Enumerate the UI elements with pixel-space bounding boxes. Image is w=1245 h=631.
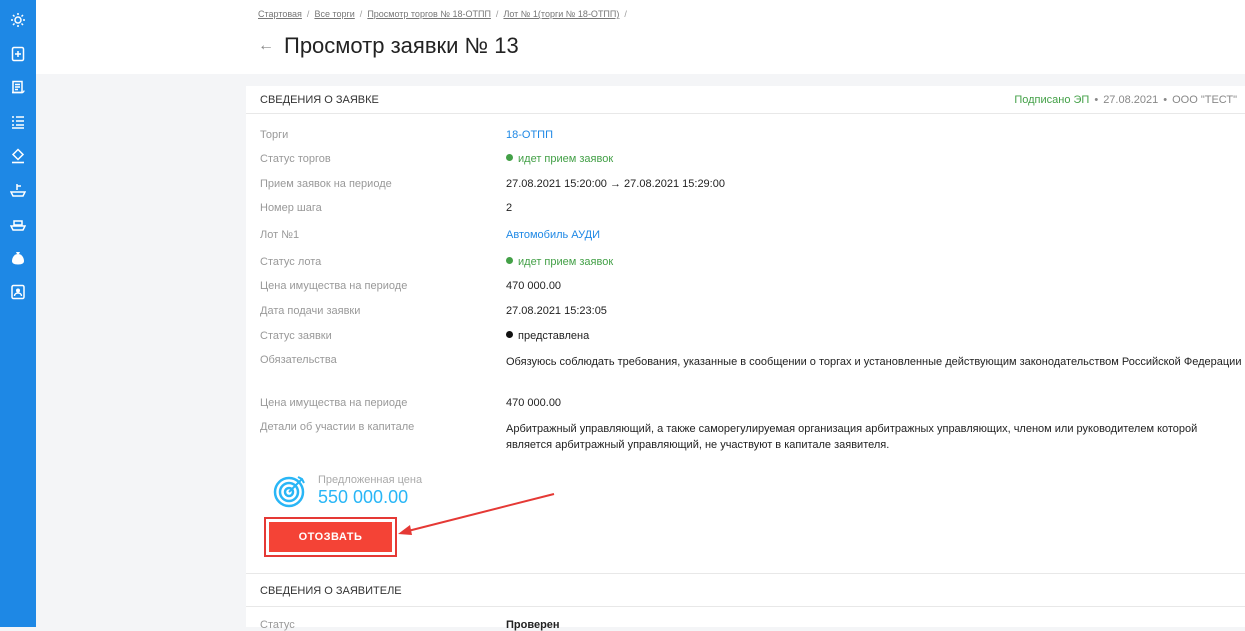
sidebar [0, 0, 36, 627]
signed-org: ООО "ТЕСТ" [1172, 94, 1237, 106]
divider [246, 606, 1245, 607]
back-arrow-icon[interactable]: ← [258, 37, 274, 55]
row-value: Обязуюсь соблюдать требования, указанные… [506, 356, 1242, 368]
row-label: Лот №1 [260, 229, 300, 241]
row-label: Обязательства [260, 354, 337, 366]
breadcrumb-item-all-auctions[interactable]: Все торги [314, 9, 354, 19]
ship-alt-icon[interactable] [10, 216, 26, 232]
auction-link[interactable]: 18-ОТПП [506, 129, 553, 141]
row-value: 27.08.2021 15:20:00 → 27.08.2021 15:29:0… [506, 178, 725, 190]
ship-icon[interactable] [10, 182, 26, 198]
application-card: СВЕДЕНИЯ О ЗАЯВКЕ Подписано ЭП • 27.08.202… [246, 86, 1245, 631]
target-icon [273, 476, 305, 508]
status-dot-icon [506, 331, 513, 338]
breadcrumb-separator: / [306, 9, 310, 19]
row-label: Дата подачи заявки [260, 305, 361, 317]
row-label: Номер шага [260, 202, 322, 214]
breadcrumb-item-home[interactable]: Стартовая [258, 9, 302, 19]
status-dot-icon [506, 154, 513, 161]
section-title-applicant: СВЕДЕНИЯ О ЗАЯВИТЕЛЕ [260, 585, 402, 597]
status-dot-icon [506, 257, 513, 264]
row-label: Цена имущества на периоде [260, 280, 408, 292]
scroll-icon[interactable] [10, 80, 26, 96]
row-value: 470 000.00 [506, 397, 562, 409]
document-add-icon[interactable] [10, 46, 26, 62]
row-value: 27.08.2021 15:23:05 [506, 305, 607, 317]
status-value: идет прием заявок [506, 153, 613, 165]
gavel-icon[interactable] [10, 148, 26, 164]
section-title-application: СВЕДЕНИЯ О ЗАЯВКЕ [260, 94, 379, 106]
breadcrumb: Стартовая / Все торги / Просмотр торгов № 18… [258, 9, 632, 19]
breadcrumb-separator: / [624, 9, 627, 19]
row-label: Статус заявки [260, 330, 332, 342]
gear-icon[interactable] [10, 12, 26, 28]
row-value: Арбитражный управляющий, а также саморег… [506, 423, 1198, 451]
signed-label: Подписано ЭП [1014, 94, 1090, 106]
signature-info: Подписано ЭП • 27.08.2021 • ООО "ТЕСТ" [1014, 94, 1237, 106]
page-header: Стартовая / Все торги / Просмотр торгов № 18… [36, 0, 1245, 74]
row-label: Статус торгов [260, 153, 331, 165]
status-value: идет прием заявок [506, 256, 613, 268]
status-value: представлена [506, 330, 589, 342]
breadcrumb-separator: / [359, 9, 363, 19]
row-label: Статус [260, 619, 295, 631]
row-label: Цена имущества на периоде [260, 397, 408, 409]
divider [246, 573, 1245, 574]
page-title: Просмотр заявки № 13 [284, 33, 519, 58]
signed-date: 27.08.2021 [1103, 94, 1159, 106]
lot-link[interactable]: Автомобиль АУДИ [506, 229, 600, 241]
row-label: Статус лота [260, 256, 322, 268]
breadcrumb-item-auction[interactable]: Просмотр торгов № 18-ОТПП [367, 9, 491, 19]
row-value: 470 000.00 [506, 280, 562, 292]
breadcrumb-separator: / [495, 9, 499, 19]
row-label: Торги [260, 129, 289, 141]
money-bag-icon[interactable] [10, 250, 26, 266]
offered-price-label: Предложенная цена [318, 474, 423, 486]
revoke-button[interactable]: ОТОЗВАТЬ [269, 522, 392, 552]
application-card-header: СВЕДЕНИЯ О ЗАЯВКЕ Подписано ЭП • 27.08.202… [246, 86, 1245, 114]
row-label: Детали об участии в капитале [260, 421, 415, 433]
breadcrumb-item-lot[interactable]: Лот № 1(торги № 18-ОТПП) [503, 9, 619, 19]
contact-card-icon[interactable] [10, 284, 26, 300]
row-value: Проверен [506, 619, 560, 631]
list-icon[interactable] [10, 114, 26, 130]
row-value: 2 [506, 202, 513, 214]
annotation-arrow-icon [398, 493, 555, 535]
offered-price-value: 550 000.00 [318, 487, 409, 507]
row-label: Прием заявок на периоде [260, 178, 392, 190]
